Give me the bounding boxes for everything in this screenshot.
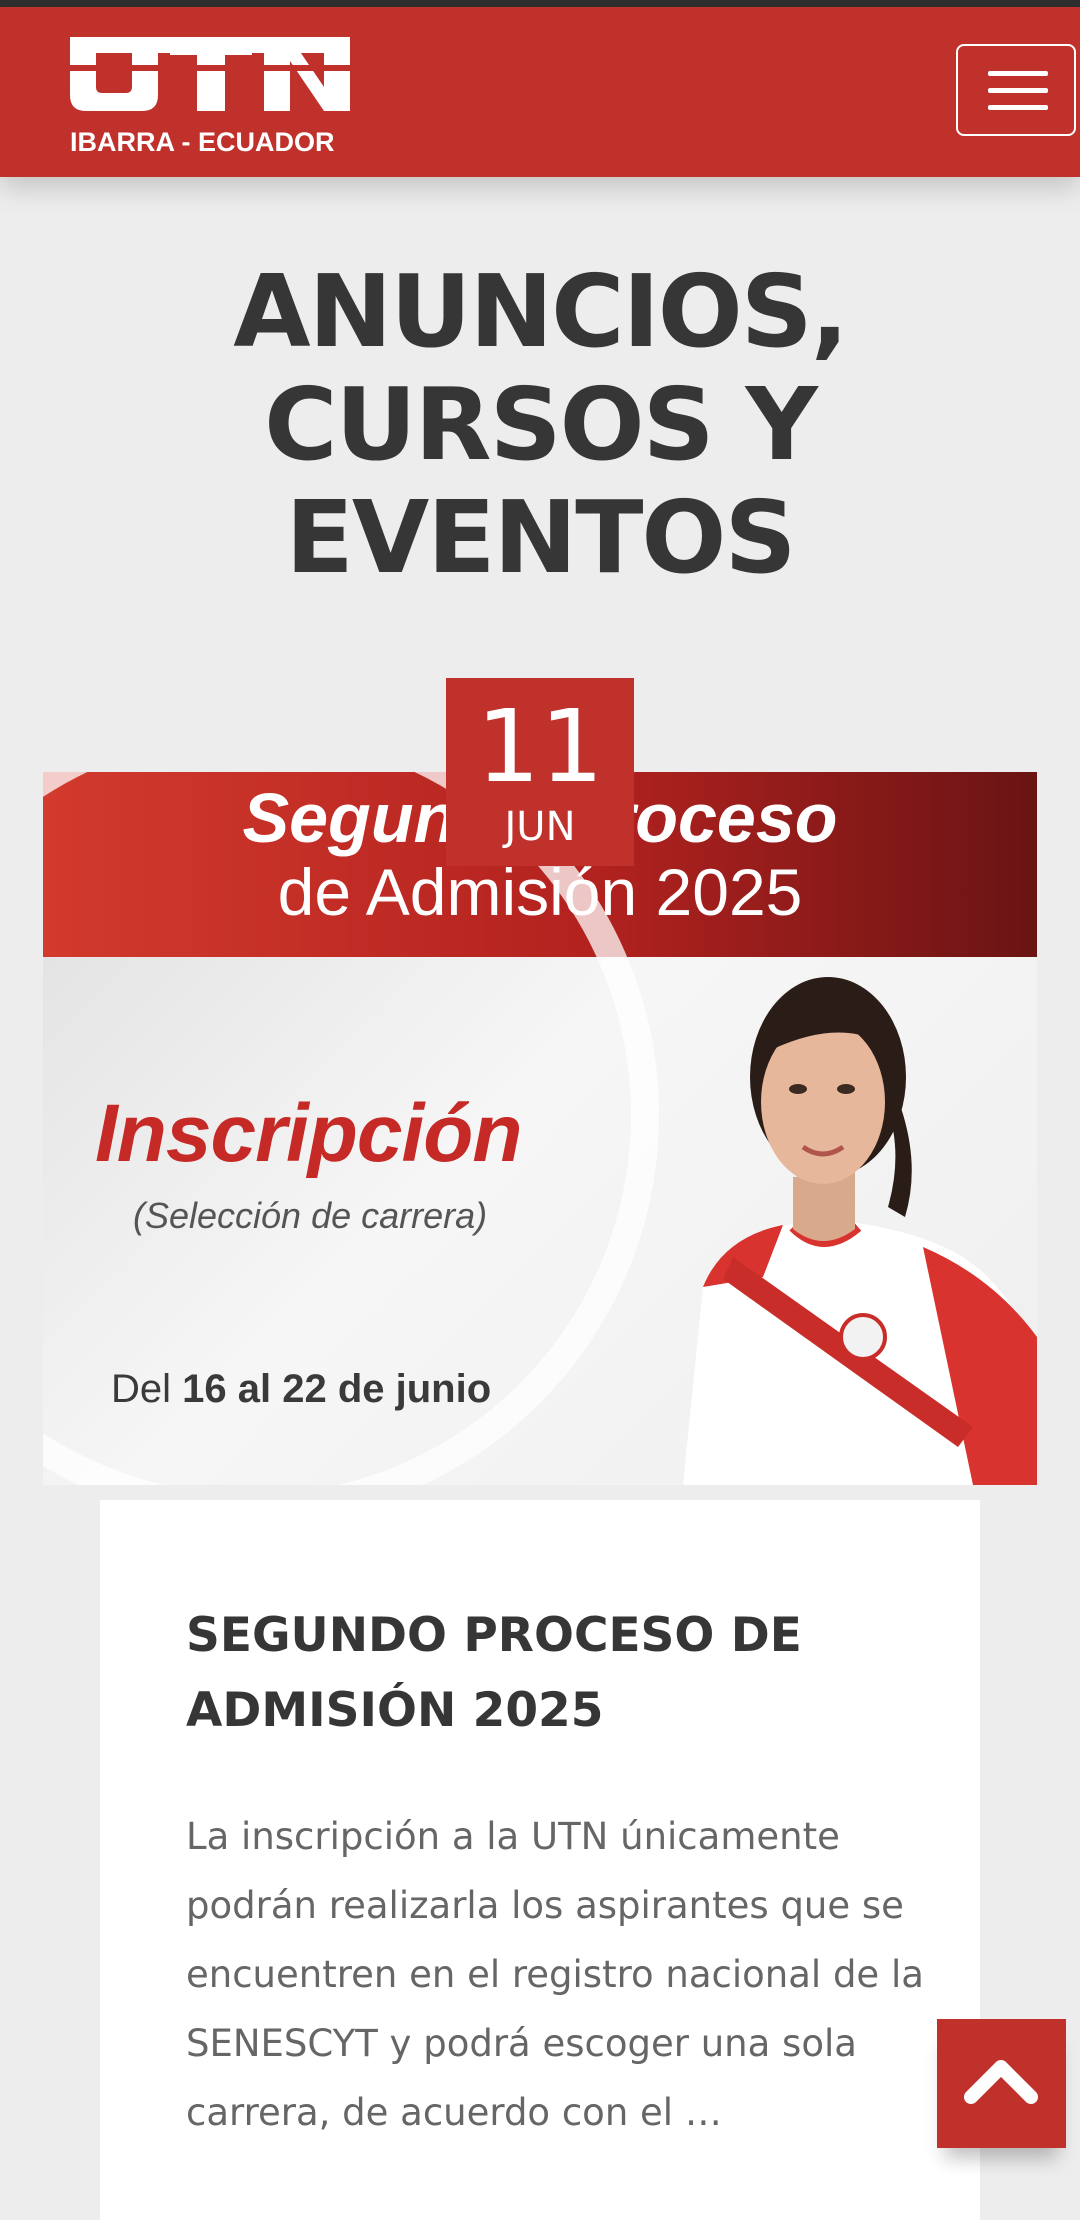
student-photo	[683, 977, 1037, 1485]
utn-logo-mark	[70, 37, 350, 111]
logo-subtitle: IBARRA - ECUADOR	[70, 127, 335, 157]
banner-heading: Inscripción	[95, 1088, 522, 1179]
event-banner-image[interactable]: Segundo Proceso de Admisión 2025 Inscrip…	[43, 772, 1037, 1485]
banner-dates-value: 16 al 22 de junio	[182, 1367, 492, 1411]
hamburger-icon	[988, 71, 1048, 76]
site-header: IBARRA - ECUADOR	[0, 7, 1080, 177]
back-to-top-button[interactable]	[937, 2019, 1066, 2148]
banner-dates-prefix: Del	[111, 1367, 172, 1411]
chevron-up-icon	[964, 2060, 1038, 2104]
event-date-day: 11	[476, 688, 604, 805]
banner-dates: Del 16 al 22 de junio	[111, 1367, 491, 1412]
event-card: SEGUNDO PROCESO DE ADMISIÓN 2025 La insc…	[100, 1500, 980, 2220]
utn-logo[interactable]: IBARRA - ECUADOR	[70, 35, 350, 157]
page-title-text: ANUNCIOS, CURSOS Y EVENTOS	[233, 253, 849, 596]
page-title: ANUNCIOS, CURSOS Y EVENTOS	[0, 255, 1080, 594]
event-excerpt: La inscripción a la UTN únicamente podrá…	[186, 1815, 924, 2134]
event-title[interactable]: SEGUNDO PROCESO DE ADMISIÓN 2025	[186, 1598, 906, 1748]
hamburger-icon-bar	[988, 105, 1048, 110]
banner-body: Inscripción (Selección de carrera) Del 1…	[43, 772, 1037, 1485]
top-edge	[0, 0, 1080, 7]
banner-subheading: (Selección de carrera)	[133, 1195, 488, 1236]
event-date-month: JUN	[504, 804, 576, 850]
menu-button[interactable]	[956, 44, 1076, 136]
event-date-badge: 11 JUN	[446, 678, 634, 866]
hamburger-icon-bar	[988, 88, 1048, 93]
